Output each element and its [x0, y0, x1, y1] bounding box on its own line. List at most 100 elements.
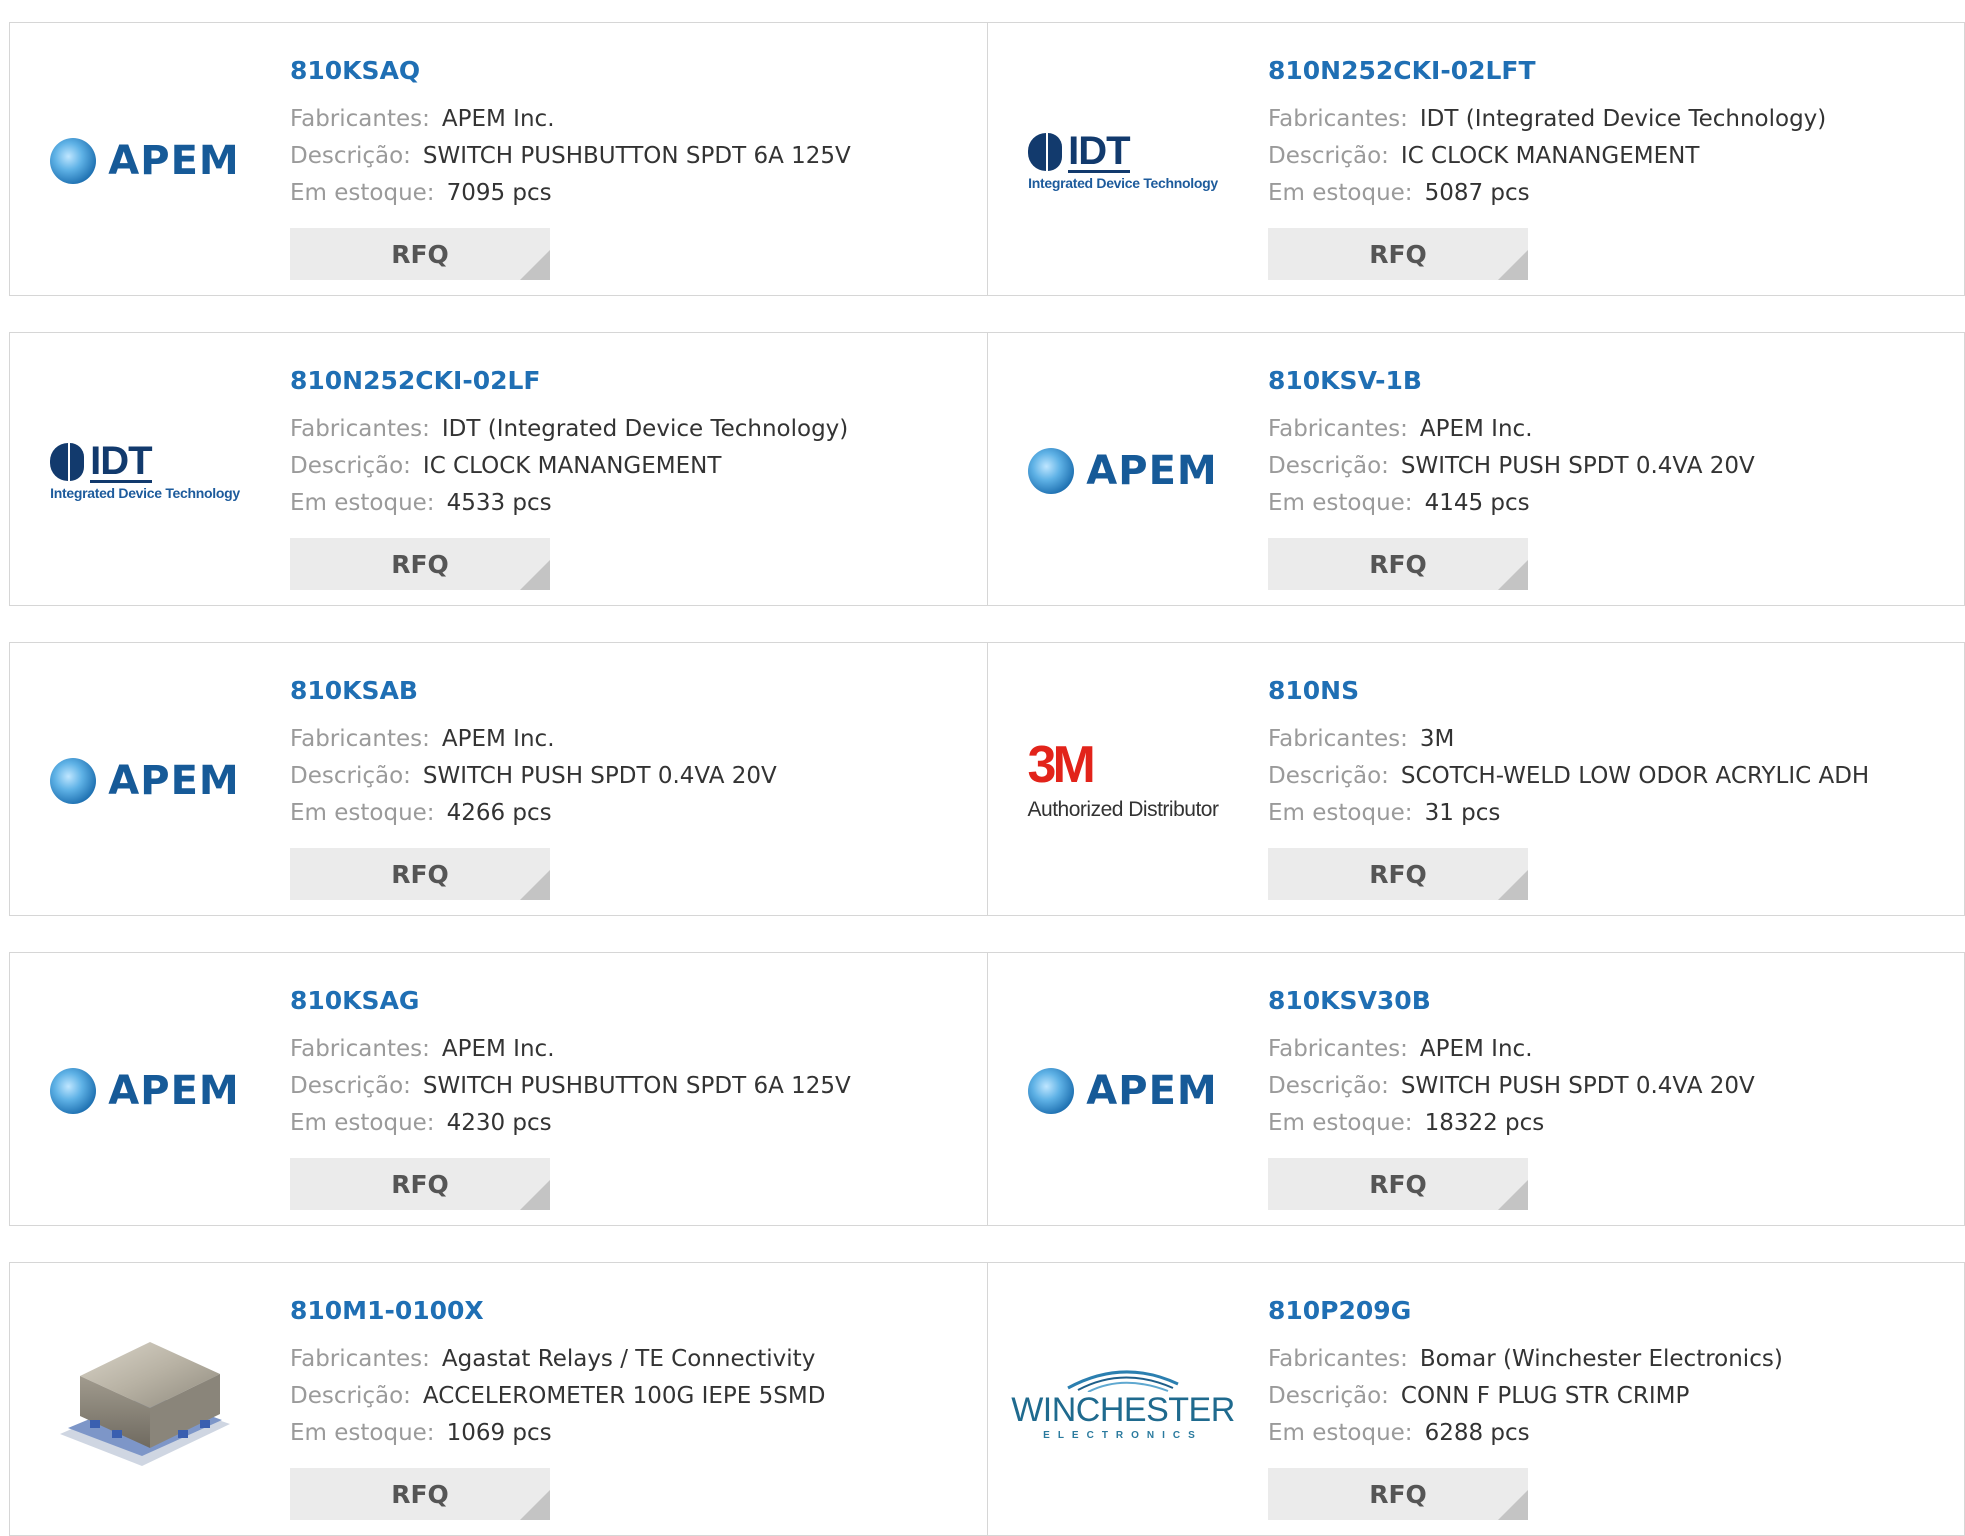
description-value: CONN F PLUG STR CRIMP [1400, 1383, 1690, 1409]
manufacturer-logo[interactable]: APEM [1018, 411, 1228, 531]
manufacturer-label: Fabricantes: [290, 1346, 430, 1372]
manufacturer-logo[interactable]: APEM [40, 721, 250, 841]
logo-text: APEM [1086, 448, 1218, 494]
rfq-button[interactable]: RFQ [1268, 228, 1528, 280]
rfq-button[interactable]: RFQ [290, 538, 550, 590]
manufacturer-value: APEM Inc. [1419, 416, 1533, 442]
description-value: IC CLOCK MANANGEMENT [422, 453, 722, 479]
rfq-button[interactable]: RFQ [290, 1158, 550, 1210]
description-value: SWITCH PUSH SPDT 0.4VA 20V [1400, 1073, 1755, 1099]
product-card: WINCHESTER ELECTRONICS 810P209G Fabricantes… [987, 1263, 1964, 1535]
description-label: Descrição: [1268, 1073, 1389, 1099]
manufacturer-logo[interactable]: APEM [40, 1031, 250, 1151]
stock-value: 18322 pcs [1424, 1110, 1545, 1136]
manufacturer-value: Agastat Relays / TE Connectivity [441, 1346, 816, 1372]
product-card: IDT Integrated Device Technology 810N252CK… [987, 23, 1964, 295]
stock-label: Em estoque: [1268, 180, 1413, 206]
stock-label: Em estoque: [290, 1420, 435, 1446]
description-row: Descrição: CONN F PLUG STR CRIMP [1268, 1378, 1954, 1415]
manufacturer-row: Fabricantes: IDT (Integrated Device Techn… [290, 411, 977, 448]
part-number-link[interactable]: 810KSAB [290, 673, 977, 709]
manufacturer-label: Fabricantes: [1268, 106, 1408, 132]
stock-label: Em estoque: [1268, 1420, 1413, 1446]
description-row: Descrição: ACCELEROMETER 100G IEPE 5SMD [290, 1378, 977, 1415]
product-info: 810KSAQ Fabricantes: APEM Inc. Descrição: SW… [290, 53, 977, 280]
manufacturer-row: Fabricantes: APEM Inc. [1268, 1031, 1954, 1068]
product-info: 810KSV-1B Fabricantes: APEM Inc. Descrição:… [1268, 363, 1954, 590]
product-info: 810P209G Fabricantes: Bomar (Winchester El… [1268, 1293, 1954, 1520]
part-number-link[interactable]: 810NS [1268, 673, 1954, 709]
manufacturer-value: IDT (Integrated Device Technology) [441, 416, 849, 442]
part-number-link[interactable]: 810N252CKI-02LFT [1268, 53, 1954, 89]
product-card: APEM 810KSV30B Fabricantes: APEM Inc. Descri… [987, 953, 1964, 1225]
description-row: Descrição: SWITCH PUSH SPDT 0.4VA 20V [290, 758, 977, 795]
stock-row: Em estoque: 4533 pcs [290, 485, 977, 522]
description-value: ACCELEROMETER 100G IEPE 5SMD [422, 1383, 826, 1409]
description-value: SWITCH PUSH SPDT 0.4VA 20V [422, 763, 777, 789]
manufacturer-label: Fabricantes: [290, 726, 430, 752]
manufacturer-logo[interactable]: IDT Integrated Device Technology [40, 411, 250, 531]
stock-row: Em estoque: 6288 pcs [1268, 1415, 1954, 1452]
idt-logo: IDT Integrated Device Technology [50, 438, 240, 501]
manufacturer-label: Fabricantes: [290, 106, 430, 132]
stock-row: Em estoque: 5087 pcs [1268, 175, 1954, 212]
description-row: Descrição: SWITCH PUSHBUTTON SPDT 6A 125V [290, 138, 977, 175]
rfq-button[interactable]: RFQ [290, 1468, 550, 1520]
logo-text: APEM [1086, 1068, 1218, 1114]
logo-subtext: ELECTRONICS [1043, 1429, 1203, 1441]
rfq-button[interactable]: RFQ [1268, 1468, 1528, 1520]
stock-value: 5087 pcs [1424, 180, 1530, 206]
manufacturer-label: Fabricantes: [1268, 726, 1408, 752]
logo-text: IDT [90, 438, 153, 483]
manufacturer-logo[interactable]: IDT Integrated Device Technology [1018, 101, 1228, 221]
rfq-button[interactable]: RFQ [290, 848, 550, 900]
description-label: Descrição: [1268, 763, 1389, 789]
manufacturer-label: Fabricantes: [1268, 1036, 1408, 1062]
part-number-link[interactable]: 810KSAQ [290, 53, 977, 89]
description-row: Descrição: SWITCH PUSH SPDT 0.4VA 20V [1268, 1068, 1954, 1105]
rfq-button[interactable]: RFQ [1268, 1158, 1528, 1210]
description-label: Descrição: [290, 143, 411, 169]
logo-text: APEM [108, 138, 240, 184]
manufacturer-value: IDT (Integrated Device Technology) [1419, 106, 1827, 132]
manufacturer-logo[interactable]: WINCHESTER ELECTRONICS [1011, 1341, 1235, 1461]
manufacturer-row: Fabricantes: APEM Inc. [290, 1031, 977, 1068]
description-row: Descrição: SWITCH PUSH SPDT 0.4VA 20V [1268, 448, 1954, 485]
rfq-button[interactable]: RFQ [1268, 848, 1528, 900]
description-label: Descrição: [290, 1073, 411, 1099]
product-info: 810N252CKI-02LF Fabricantes: IDT (Integrat… [290, 363, 977, 590]
rfq-button[interactable]: RFQ [1268, 538, 1528, 590]
part-number-link[interactable]: 810M1-0100X [290, 1293, 977, 1329]
manufacturer-logo[interactable]: APEM [1018, 1031, 1228, 1151]
manufacturer-logo[interactable]: 3M Authorized Distributor [1018, 721, 1228, 841]
idt-mark-icon [1028, 133, 1063, 171]
product-card: APEM 810KSAG Fabricantes: APEM Inc. Descriçã… [10, 953, 987, 1225]
part-number-link[interactable]: 810KSAG [290, 983, 977, 1019]
manufacturer-logo[interactable] [40, 1341, 250, 1466]
part-number-link[interactable]: 810KSV30B [1268, 983, 1954, 1019]
product-info: 810M1-0100X Fabricantes: Agastat Relays / … [290, 1293, 977, 1520]
product-card: 3M Authorized Distributor 810NS Fabricantes… [987, 643, 1964, 915]
manufacturer-logo[interactable]: APEM [40, 101, 250, 221]
stock-row: Em estoque: 1069 pcs [290, 1415, 977, 1452]
product-card: IDT Integrated Device Technology 810N252CK… [10, 333, 987, 605]
logo-text: APEM [108, 1068, 240, 1114]
manufacturer-label: Fabricantes: [290, 416, 430, 442]
apem-globe-icon [1028, 448, 1075, 494]
stock-row: Em estoque: 4230 pcs [290, 1105, 977, 1142]
product-info: 810NS Fabricantes: 3M Descrição: SCOTCH-WELD… [1268, 673, 1954, 900]
logo-subtext: Integrated Device Technology [1028, 174, 1218, 191]
description-label: Descrição: [1268, 1383, 1389, 1409]
product-row: APEM 810KSAQ Fabricantes: APEM Inc. Descriçã… [9, 22, 1965, 296]
description-row: Descrição: SCOTCH-WELD LOW ODOR ACRYLIC A… [1268, 758, 1954, 795]
part-number-link[interactable]: 810N252CKI-02LF [290, 363, 977, 399]
product-info: 810N252CKI-02LFT Fabricantes: IDT (Integra… [1268, 53, 1954, 280]
stock-label: Em estoque: [290, 1110, 435, 1136]
part-number-link[interactable]: 810P209G [1268, 1293, 1954, 1329]
manufacturer-row: Fabricantes: IDT (Integrated Device Techn… [1268, 101, 1954, 138]
part-number-link[interactable]: 810KSV-1B [1268, 363, 1954, 399]
description-label: Descrição: [290, 763, 411, 789]
rfq-button[interactable]: RFQ [290, 228, 550, 280]
stock-row: Em estoque: 7095 pcs [290, 175, 977, 212]
apem-globe-icon [50, 758, 97, 804]
